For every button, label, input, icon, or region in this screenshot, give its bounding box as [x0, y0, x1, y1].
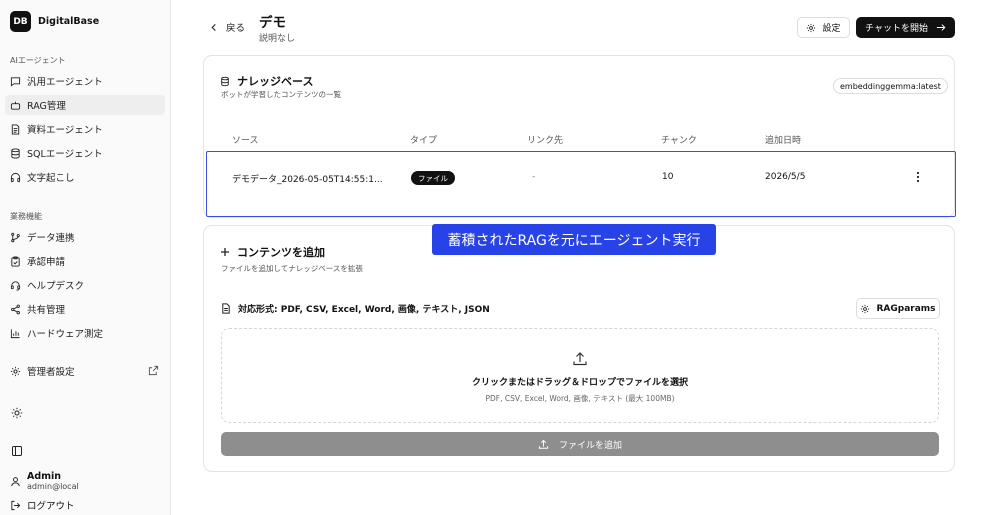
- settings-label: 設定: [822, 24, 841, 34]
- knowledge-base-heading: ナレッジベース: [220, 73, 313, 89]
- chat-icon: [10, 76, 21, 86]
- start-chat-label: チャットを開始: [865, 24, 928, 34]
- plus-icon: [221, 248, 229, 256]
- sidebar-item-rag[interactable]: RAG管理: [5, 95, 165, 115]
- add-content-card: コンテンツを追加 ファイルを追加してナレッジベースを拡張 対応形式: PDF, …: [203, 225, 955, 472]
- sidebar-item-document-agent[interactable]: 資料エージェント: [5, 119, 165, 139]
- table-row[interactable]: デモデータ_2026-05-05T14:55:1... ファイル - 10 20…: [206, 151, 956, 217]
- logout-icon: [11, 500, 21, 510]
- sidebar-item-admin-settings[interactable]: 管理者設定: [5, 361, 165, 381]
- sidebar-item-label: 文字起こし: [27, 173, 75, 184]
- sidebar-item-transcription[interactable]: 文字起こし: [5, 167, 165, 187]
- page-title: デモ: [259, 15, 286, 31]
- sidebar-item-label: 管理者設定: [27, 367, 75, 378]
- headphones-icon: [10, 172, 21, 182]
- column-header-added: 追加日時: [765, 136, 802, 146]
- database-icon: [221, 76, 229, 86]
- clipboard-check-icon: [11, 255, 20, 267]
- column-header-link: リンク先: [527, 136, 564, 146]
- share-icon: [11, 304, 20, 314]
- sidebar-item-label: データ連携: [27, 233, 75, 244]
- sidebar-item-hardware[interactable]: ハードウェア測定: [5, 323, 165, 343]
- sidebar-toggle-icon[interactable]: [11, 445, 23, 457]
- section-label-business: 業務機能: [10, 212, 42, 221]
- file-icon: [222, 303, 230, 314]
- sidebar: DB DigitalBase AIエージェント 汎用エージェント RAG管理 資…: [0, 0, 171, 515]
- knowledge-base-description: ボットが学習したコンテンツの一覧: [221, 90, 341, 99]
- page-subtitle: 説明なし: [259, 34, 296, 44]
- settings-button[interactable]: 設定: [797, 17, 850, 38]
- column-header-type: タイプ: [410, 136, 438, 146]
- type-badge: ファイル: [411, 171, 455, 185]
- sidebar-item-label: RAG管理: [27, 101, 66, 112]
- upload-icon: [538, 439, 549, 449]
- user-profile[interactable]: Admin admin@local: [10, 471, 79, 491]
- add-file-label: ファイルを追加: [558, 440, 622, 451]
- brand-name: DigitalBase: [38, 16, 100, 27]
- logout-label: ログアウト: [27, 501, 75, 512]
- gear-icon: [861, 304, 870, 313]
- knowledge-base-card: ナレッジベース ボットが学習したコンテンツの一覧 embeddinggemma:…: [203, 55, 956, 218]
- arrow-right-icon: [936, 24, 946, 31]
- sidebar-item-label: ヘルプデスク: [27, 281, 85, 292]
- external-link-icon: [148, 365, 159, 376]
- column-header-source: ソース: [232, 136, 259, 146]
- add-content-heading: コンテンツを追加: [220, 244, 325, 260]
- more-vertical-icon[interactable]: [914, 170, 922, 184]
- database-icon: [11, 147, 20, 159]
- cell-added: 2026/5/5: [765, 172, 806, 182]
- logo: DB: [10, 11, 31, 32]
- cell-link: -: [532, 172, 536, 182]
- supported-formats: 対応形式: PDF, CSV, Excel, Word, 画像, テキスト, J…: [221, 302, 490, 315]
- gear-icon: [807, 23, 816, 32]
- section-label-ai: AIエージェント: [10, 56, 66, 65]
- cell-source: デモデータ_2026-05-05T14:55:1...: [232, 175, 383, 185]
- add-file-button[interactable]: ファイルを追加: [221, 432, 939, 456]
- cell-chunks: 10: [662, 172, 674, 182]
- bot-icon: [10, 101, 21, 110]
- sidebar-item-sharing[interactable]: 共有管理: [5, 299, 165, 319]
- knowledge-base-title: ナレッジベース: [237, 75, 314, 88]
- embedding-model-badge: embeddinggemma:latest: [833, 78, 948, 94]
- file-dropzone[interactable]: クリックまたはドラッグ＆ドロップでファイルを選択 PDF, CSV, Excel…: [221, 328, 939, 423]
- chevron-left-icon: [211, 23, 216, 31]
- user-email: admin@local: [27, 482, 79, 491]
- logout-button[interactable]: ログアウト: [10, 498, 75, 512]
- sidebar-item-label: 汎用エージェント: [27, 77, 103, 88]
- supported-formats-label: 対応形式: PDF, CSV, Excel, Word, 画像, テキスト, J…: [238, 305, 490, 315]
- add-content-title: コンテンツを追加: [237, 246, 325, 259]
- back-button[interactable]: 戻る: [210, 20, 245, 34]
- sidebar-item-label: SQLエージェント: [27, 149, 103, 160]
- gear-icon: [10, 366, 21, 376]
- sidebar-item-sql-agent[interactable]: SQLエージェント: [5, 143, 165, 163]
- add-content-description: ファイルを追加してナレッジベースを拡張: [221, 264, 363, 273]
- brand[interactable]: DB DigitalBase: [10, 11, 99, 32]
- sidebar-item-label: 資料エージェント: [27, 125, 103, 136]
- sidebar-item-helpdesk[interactable]: ヘルプデスク: [5, 275, 165, 295]
- git-branch-icon: [11, 232, 20, 242]
- user-icon: [11, 476, 20, 486]
- headset-icon: [10, 280, 21, 291]
- sun-icon[interactable]: [11, 407, 23, 419]
- sidebar-item-label: ハードウェア測定: [27, 329, 104, 340]
- upload-icon: [573, 352, 587, 366]
- sidebar-item-data-integration[interactable]: データ連携: [5, 227, 165, 247]
- dropzone-hint: PDF, CSV, Excel, Word, 画像, テキスト (最大 100M…: [485, 394, 675, 403]
- back-label: 戻る: [226, 23, 246, 34]
- sidebar-item-label: 共有管理: [27, 305, 66, 316]
- bar-chart-icon: [10, 328, 20, 338]
- rag-params-label: RAGparams: [876, 303, 936, 314]
- annotation-banner: 蓄積されたRAGを元にエージェント実行: [432, 224, 716, 255]
- sidebar-item-label: 承認申請: [27, 257, 66, 268]
- user-name: Admin: [27, 471, 62, 482]
- sidebar-item-approval[interactable]: 承認申請: [5, 251, 165, 271]
- sidebar-item-general-agent[interactable]: 汎用エージェント: [5, 71, 165, 91]
- rag-params-button[interactable]: RAGparams: [856, 298, 940, 319]
- start-chat-button[interactable]: チャットを開始: [856, 17, 955, 38]
- dropzone-title: クリックまたはドラッグ＆ドロップでファイルを選択: [471, 378, 688, 388]
- document-icon: [11, 123, 20, 135]
- column-header-chunks: チャンク: [661, 136, 697, 146]
